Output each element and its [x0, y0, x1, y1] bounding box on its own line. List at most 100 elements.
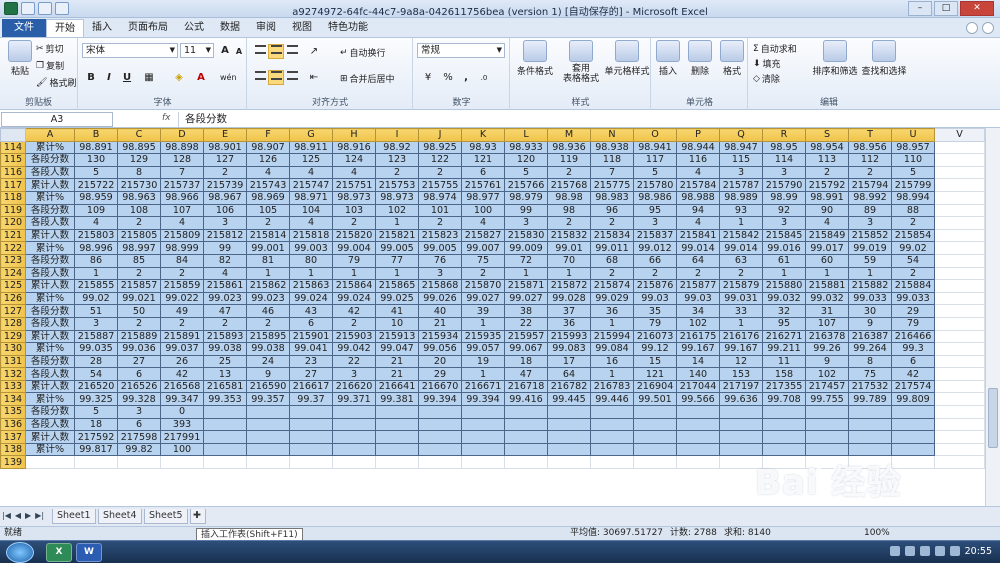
tab-view[interactable]: 视图	[284, 19, 320, 37]
data-cell[interactable]: 98.895	[117, 140, 161, 155]
data-cell[interactable]: 216590	[246, 379, 290, 394]
empty-cell[interactable]	[719, 417, 763, 432]
data-cell[interactable]: 99.03	[676, 291, 720, 306]
align-top-button[interactable]	[252, 44, 268, 59]
data-cell[interactable]: 215887	[74, 329, 118, 344]
data-cell[interactable]: 215722	[74, 178, 118, 192]
data-cell[interactable]: 104	[289, 203, 333, 218]
data-cell[interactable]: 215834	[590, 228, 634, 243]
data-cell[interactable]: 4	[74, 216, 118, 230]
tab-page-layout[interactable]: 页面布局	[120, 19, 176, 37]
empty-cell[interactable]	[934, 228, 985, 243]
data-cell[interactable]: 1	[332, 266, 376, 281]
data-cell[interactable]: 3	[74, 316, 118, 331]
data-cell[interactable]: 140	[676, 367, 720, 381]
data-cell[interactable]: 38	[504, 304, 548, 318]
data-cell[interactable]: 33	[719, 304, 763, 318]
data-cell[interactable]: 3	[762, 165, 806, 180]
delete-cells-button[interactable]: 删除	[684, 40, 716, 77]
data-cell[interactable]: 2	[590, 216, 634, 230]
data-cell[interactable]: 215805	[117, 228, 161, 243]
data-cell[interactable]: 215827	[461, 228, 505, 243]
data-cell[interactable]: 59	[848, 253, 892, 268]
empty-cell[interactable]	[633, 442, 677, 457]
data-cell[interactable]: 109	[74, 203, 118, 218]
data-cell[interactable]: 7	[160, 165, 204, 180]
data-cell[interactable]: 99.023	[203, 291, 247, 306]
data-cell[interactable]: 99.014	[719, 241, 763, 255]
empty-cell[interactable]	[289, 455, 333, 470]
empty-cell[interactable]	[934, 140, 985, 155]
data-cell[interactable]: 216581	[203, 379, 247, 394]
data-cell[interactable]: 98.99	[762, 190, 806, 205]
data-cell[interactable]: 99.004	[332, 241, 376, 255]
cell-table[interactable]: ABCDEFGHIJKLMNOPQRSTUV 114 累计% 98.891 98.89…	[0, 128, 985, 470]
data-cell[interactable]: 72	[504, 253, 548, 268]
empty-cell[interactable]	[762, 405, 806, 419]
empty-cell[interactable]	[547, 442, 591, 457]
data-cell[interactable]: 99.056	[418, 342, 462, 356]
column-header-i[interactable]: I	[375, 128, 419, 142]
data-cell[interactable]: 9	[848, 316, 892, 331]
data-cell[interactable]: 2	[418, 216, 462, 230]
row-label-cell[interactable]: 各段人数	[25, 367, 75, 381]
empty-cell[interactable]	[547, 430, 591, 444]
data-cell[interactable]: 5	[504, 165, 548, 180]
paste-button[interactable]: 粘贴	[2, 40, 38, 77]
data-cell[interactable]: 215855	[74, 279, 118, 293]
data-cell[interactable]: 99.021	[117, 291, 161, 306]
column-header-t[interactable]: T	[848, 128, 892, 142]
data-cell[interactable]: 215957	[504, 329, 548, 344]
data-cell[interactable]: 36	[590, 304, 634, 318]
data-cell[interactable]: 98.938	[590, 140, 634, 155]
empty-cell[interactable]	[676, 455, 720, 470]
data-cell[interactable]: 216176	[719, 329, 763, 344]
data-cell[interactable]: 98.996	[74, 241, 118, 255]
data-cell[interactable]: 1	[289, 266, 333, 281]
data-cell[interactable]: 99.809	[891, 392, 935, 407]
row-label-cell[interactable]: 各段人数	[25, 316, 75, 331]
data-cell[interactable]: 98.911	[289, 140, 333, 155]
data-cell[interactable]: 4	[805, 216, 849, 230]
row-label-cell[interactable]: 各段人数	[25, 165, 75, 180]
empty-cell[interactable]	[676, 442, 720, 457]
data-cell[interactable]: 98.92	[375, 140, 419, 155]
data-cell[interactable]: 99.264	[848, 342, 892, 356]
format-cells-button[interactable]: 格式	[716, 40, 748, 77]
data-cell[interactable]: 215792	[805, 178, 849, 192]
data-cell[interactable]: 32	[762, 304, 806, 318]
data-cell[interactable]: 217355	[762, 379, 806, 394]
data-cell[interactable]: 101	[418, 203, 462, 218]
data-cell[interactable]: 2	[160, 266, 204, 281]
data-cell[interactable]: 3	[848, 216, 892, 230]
empty-cell[interactable]	[461, 405, 505, 419]
data-cell[interactable]: 217991	[160, 430, 204, 444]
data-cell[interactable]: 99	[203, 241, 247, 255]
data-cell[interactable]: 107	[160, 203, 204, 218]
data-cell[interactable]: 99.211	[762, 342, 806, 356]
italic-button[interactable]: I	[101, 70, 117, 85]
data-cell[interactable]: 6	[289, 316, 333, 331]
tab-formulas[interactable]: 公式	[176, 19, 212, 37]
data-cell[interactable]: 216671	[461, 379, 505, 394]
data-cell[interactable]: 6	[461, 165, 505, 180]
data-cell[interactable]: 98.95	[762, 140, 806, 155]
data-cell[interactable]: 215889	[117, 329, 161, 344]
row-header[interactable]: 117	[0, 178, 26, 192]
empty-cell[interactable]	[203, 430, 247, 444]
row-header[interactable]: 134	[0, 392, 26, 407]
empty-cell[interactable]	[203, 455, 247, 470]
data-cell[interactable]: 2	[117, 316, 161, 331]
data-cell[interactable]: 122	[418, 153, 462, 167]
data-cell[interactable]: 2	[461, 266, 505, 281]
data-cell[interactable]: 215799	[891, 178, 935, 192]
empty-cell[interactable]	[504, 430, 548, 444]
data-cell[interactable]: 2	[246, 316, 290, 331]
data-cell[interactable]: 215903	[332, 329, 376, 344]
row-label-cell[interactable]: 各段分数	[25, 153, 75, 167]
data-cell[interactable]: 217044	[676, 379, 720, 394]
data-cell[interactable]: 127	[203, 153, 247, 167]
empty-cell[interactable]	[676, 417, 720, 432]
data-cell[interactable]: 99.027	[504, 291, 548, 306]
clear-button[interactable]: ◇ 清除	[753, 72, 780, 86]
